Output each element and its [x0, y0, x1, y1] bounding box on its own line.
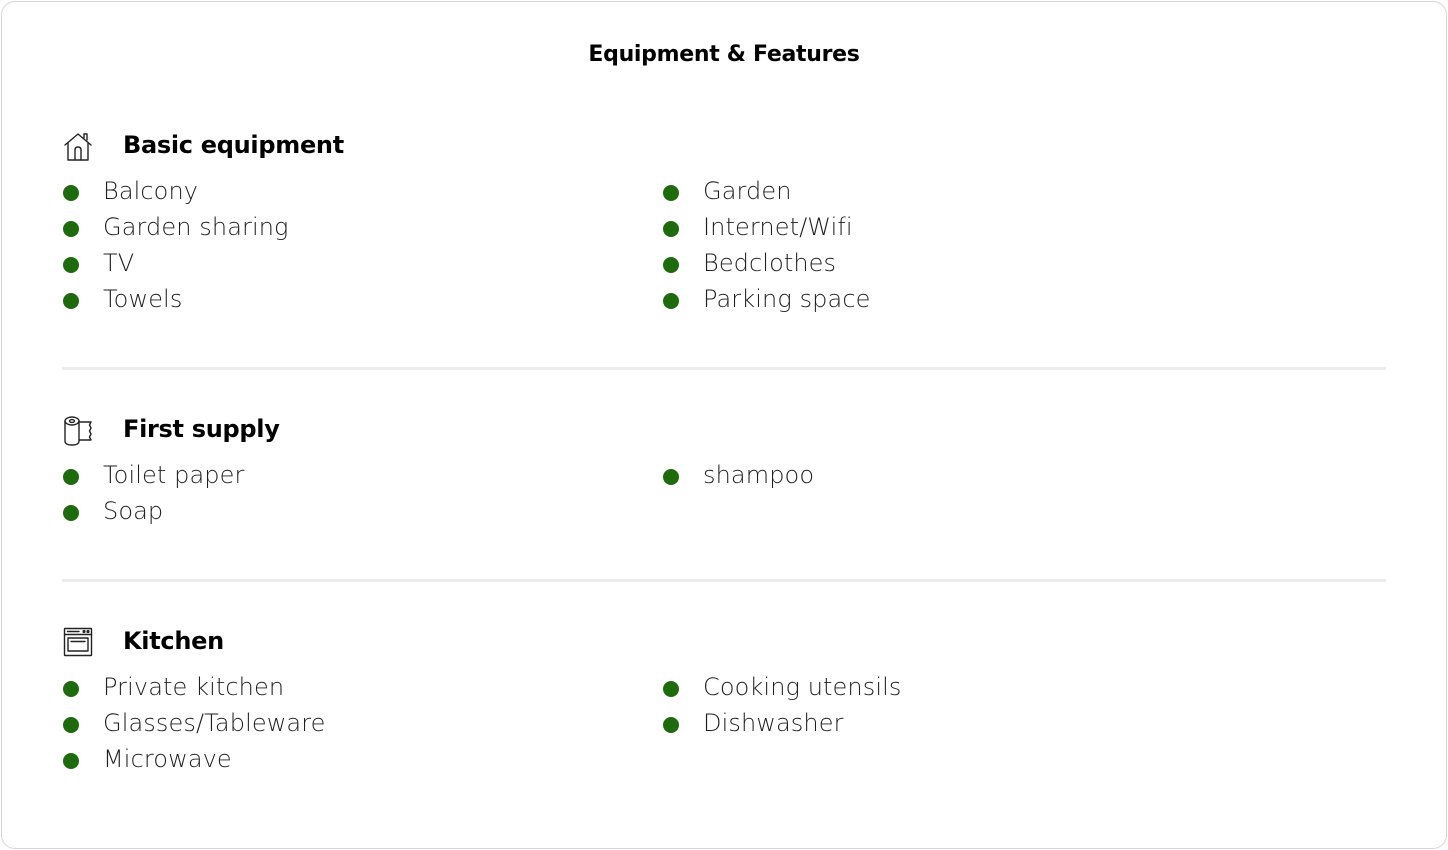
card-title: Equipment & Features — [588, 42, 860, 67]
house-icon — [62, 130, 94, 162]
bullet-dot — [63, 717, 79, 733]
item-label: shampoo — [703, 461, 815, 489]
bullet-dot — [63, 257, 79, 273]
bullet-dot — [63, 221, 79, 237]
bullet-dot — [663, 681, 679, 697]
item-label: Microwave — [103, 745, 232, 773]
item-list-right: Cooking utensils Dishwasher — [662, 672, 1222, 744]
section-header: Basic equipment — [62, 130, 1386, 164]
list-item: Toilet paper — [62, 460, 622, 496]
item-label: Towels — [103, 285, 183, 313]
item-list-left: Balcony Garden sharing TV Towels — [62, 176, 622, 320]
list-item: Microwave — [62, 744, 622, 780]
list-item: Bedclothes — [662, 248, 1222, 284]
item-label: Garden sharing — [103, 213, 289, 241]
list-item: Dishwasher — [662, 708, 1222, 744]
bullet-dot — [663, 185, 679, 201]
list-item: Garden sharing — [62, 212, 622, 248]
item-label: Glasses/Tableware — [103, 709, 326, 737]
section-header: First supply — [62, 414, 1386, 448]
section-kitchen: Kitchen Private kitchen Glasses/Tablewar… — [62, 626, 1386, 773]
item-list-left: Toilet paper Soap — [62, 460, 622, 532]
item-label: Soap — [103, 497, 164, 525]
list-item: Towels — [62, 284, 622, 320]
item-label: Private kitchen — [103, 673, 285, 701]
item-label: Dishwasher — [703, 709, 844, 737]
list-item: Balcony — [62, 176, 622, 212]
bullet-dot — [63, 753, 79, 769]
list-item: TV — [62, 248, 622, 284]
section-title: Kitchen — [123, 627, 224, 655]
section-divider — [62, 367, 1386, 370]
bullet-dot — [63, 185, 79, 201]
bullet-dot — [663, 221, 679, 237]
item-list-right: Garden Internet/Wifi Bedclothes Parking … — [662, 176, 1222, 320]
bullet-dot — [63, 505, 79, 521]
item-label: TV — [103, 249, 135, 277]
item-list-left: Private kitchen Glasses/Tableware Microw… — [62, 672, 622, 780]
list-item: Glasses/Tableware — [62, 708, 622, 744]
item-label: Cooking utensils — [703, 673, 902, 701]
bullet-dot — [63, 293, 79, 309]
section-title: First supply — [123, 415, 280, 443]
bullet-dot — [63, 469, 79, 485]
list-item: Private kitchen — [62, 672, 622, 708]
section-basic-equipment: Basic equipment Balcony Garden sharing T… — [62, 130, 1386, 313]
list-item: Cooking utensils — [662, 672, 1222, 708]
list-item: Parking space — [662, 284, 1222, 320]
toilet-paper-icon — [62, 414, 94, 446]
section-header: Kitchen — [62, 626, 1386, 660]
item-label: Internet/Wifi — [703, 213, 853, 241]
section-first-supply: First supply Toilet paper Soap shampoo — [62, 414, 1386, 525]
section-title: Basic equipment — [123, 131, 344, 159]
item-label: Bedclothes — [703, 249, 837, 277]
list-item: Internet/Wifi — [662, 212, 1222, 248]
bullet-dot — [663, 293, 679, 309]
list-item: Soap — [62, 496, 622, 532]
bullet-dot — [663, 257, 679, 273]
list-item: shampoo — [662, 460, 1222, 496]
item-label: Balcony — [103, 177, 199, 205]
bullet-dot — [663, 717, 679, 733]
bullet-dot — [63, 681, 79, 697]
item-label: Garden — [703, 177, 792, 205]
section-divider — [62, 579, 1386, 582]
list-item: Garden — [662, 176, 1222, 212]
item-label: Toilet paper — [103, 461, 245, 489]
item-label: Parking space — [703, 285, 871, 313]
bullet-dot — [663, 469, 679, 485]
item-list-right: shampoo — [662, 460, 1222, 496]
oven-icon — [62, 626, 94, 658]
